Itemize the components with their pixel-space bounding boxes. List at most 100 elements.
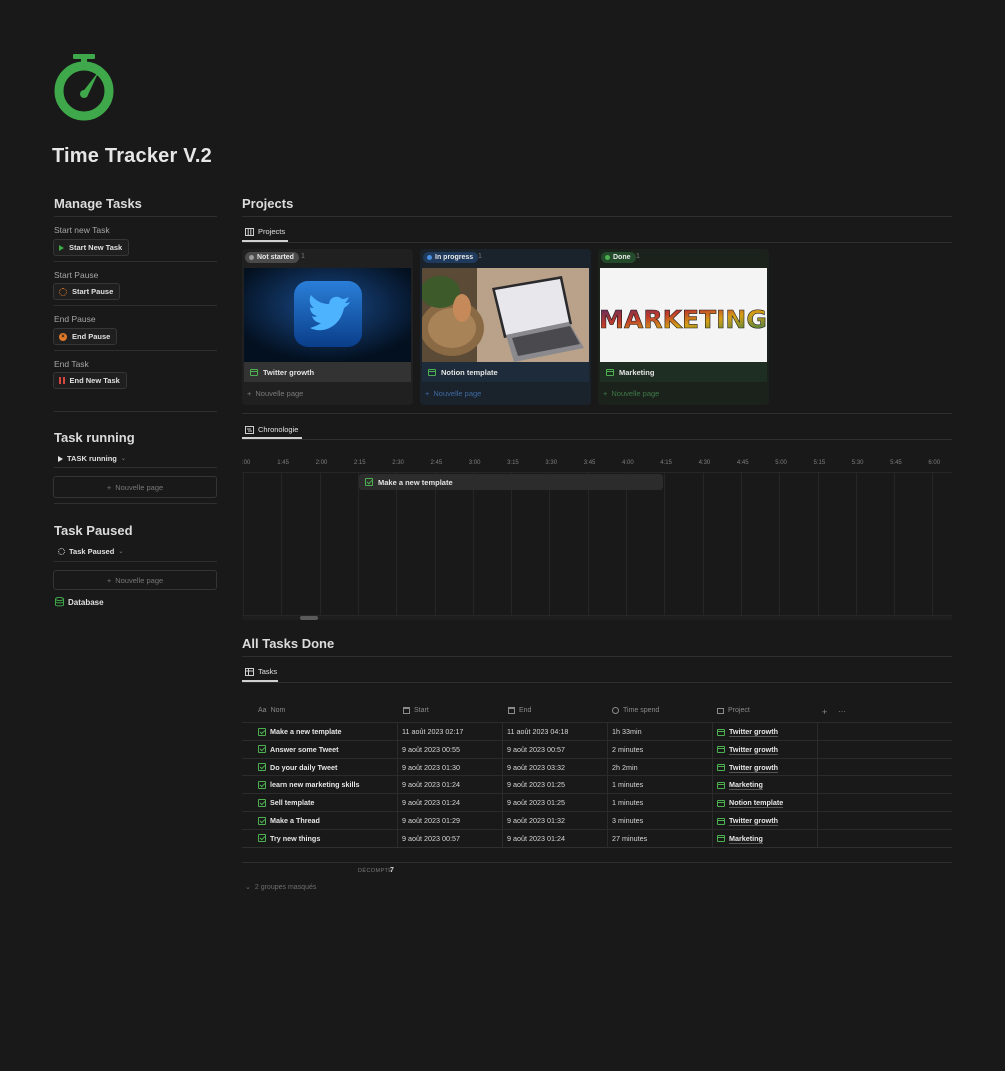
table-row[interactable]: learn new marketing skills 9 août 2023 01… xyxy=(242,775,952,795)
tab-projects[interactable]: Projects xyxy=(245,227,285,236)
column-divider xyxy=(397,794,398,813)
tab-tasks[interactable]: Tasks xyxy=(245,667,277,676)
time-cell[interactable]: 1 minutes xyxy=(612,798,643,807)
project-link[interactable]: Marketing xyxy=(729,834,763,844)
count-value: 7 xyxy=(390,867,394,874)
page-title: Time Tracker V.2 xyxy=(52,145,212,167)
archive-icon xyxy=(428,368,436,376)
time-cell[interactable]: 27 minutes xyxy=(612,834,647,843)
timeline-task-bar[interactable]: Make a new template xyxy=(359,474,663,490)
start-cell[interactable]: 9 août 2023 01:30 xyxy=(402,763,460,772)
task-name: Make a Thread xyxy=(270,816,320,825)
add-new-page-button[interactable]: + Nouvelle page xyxy=(425,389,481,398)
project-link[interactable]: Twitter growth xyxy=(729,745,778,755)
end-pause-button[interactable]: × End Pause xyxy=(53,328,118,345)
column-header-name[interactable]: Aa Nom xyxy=(258,707,285,714)
task-paused-view[interactable]: Task Paused ⌄ xyxy=(58,547,123,556)
time-cell[interactable]: 1h 33min xyxy=(612,727,642,736)
end-cell[interactable]: 11 août 2023 04:18 xyxy=(507,727,568,736)
column-header-start[interactable]: Start xyxy=(403,707,429,714)
column-divider xyxy=(817,758,818,777)
task-name-cell[interactable]: Answer some Tweet xyxy=(258,745,339,754)
project-cell[interactable]: Marketing xyxy=(717,780,763,791)
column-header-time[interactable]: Time spend xyxy=(612,707,659,714)
project-cell[interactable]: Twitter growth xyxy=(717,727,778,737)
time-cell[interactable]: 3 minutes xyxy=(612,816,643,825)
add-new-page-button[interactable]: + Nouvelle page xyxy=(247,389,303,398)
hidden-groups-toggle[interactable]: ⌄ 2 groupes masqués xyxy=(245,883,316,892)
relation-icon xyxy=(717,707,724,714)
checkbox-icon xyxy=(258,834,266,843)
end-cell[interactable]: 9 août 2023 01:25 xyxy=(507,798,565,807)
table-row[interactable]: Make a new template 11 août 2023 02:17 11 … xyxy=(242,722,952,741)
task-name-cell[interactable]: Do your daily Tweet xyxy=(258,763,337,772)
table-row[interactable]: Make a Thread 9 août 2023 01:29 9 août 202… xyxy=(242,811,952,830)
start-cell[interactable]: 9 août 2023 01:29 xyxy=(402,816,460,825)
project-link[interactable]: Twitter growth xyxy=(729,727,778,737)
project-cell[interactable]: Twitter growth xyxy=(717,763,778,773)
checkbox-icon xyxy=(258,816,266,825)
project-cell[interactable]: Marketing xyxy=(717,834,763,844)
table-row[interactable]: Answer some Tweet 9 août 2023 00:55 9 août… xyxy=(242,739,952,759)
table-icon xyxy=(245,667,254,676)
timeline-tick-label: 3:30 xyxy=(545,460,558,466)
project-link[interactable]: Notion template xyxy=(729,798,784,809)
time-cell[interactable]: 2 minutes xyxy=(612,745,643,754)
project-card[interactable]: Twitter growth xyxy=(244,362,411,382)
archive-icon xyxy=(717,764,725,772)
end-cell[interactable]: 9 août 2023 01:32 xyxy=(507,816,565,825)
timeline-gridline xyxy=(549,473,551,616)
start-cell[interactable]: 9 août 2023 00:55 xyxy=(402,745,460,754)
task-running-view[interactable]: TASK running ⌄ xyxy=(58,454,126,463)
project-card[interactable]: Notion template xyxy=(422,362,589,382)
archive-icon xyxy=(717,781,725,789)
end-pause-label: End Pause xyxy=(54,314,96,324)
add-new-page-button[interactable]: + Nouvelle page xyxy=(603,389,659,398)
project-card[interactable]: Marketing xyxy=(600,362,767,382)
timeline-tick-label: 4:15 xyxy=(660,460,672,466)
start-cell[interactable]: 9 août 2023 01:24 xyxy=(402,780,460,789)
timeline-scrollbar-track[interactable] xyxy=(242,616,952,620)
timeline-gridline xyxy=(243,473,244,616)
timeline-tick-label: 2:00 xyxy=(315,460,328,466)
time-cell[interactable]: 2h 2min xyxy=(612,763,638,772)
start-new-task-button[interactable]: Start New Task xyxy=(53,239,130,256)
table-row[interactable]: Sell template 9 août 2023 01:24 9 août 202… xyxy=(242,793,952,813)
table-row[interactable]: Try new things 9 août 2023 00:57 9 août 20… xyxy=(242,828,952,848)
tab-chronologie[interactable]: Chronologie xyxy=(245,425,298,434)
end-cell[interactable]: 9 août 2023 03:32 xyxy=(507,763,565,772)
column-divider xyxy=(817,812,818,830)
more-options-button[interactable]: ··· xyxy=(838,707,846,716)
time-cell[interactable]: 1 minutes xyxy=(612,780,643,789)
project-cell[interactable]: Notion template xyxy=(717,798,784,809)
task-name-cell[interactable]: learn new marketing skills xyxy=(258,780,359,789)
end-task-button[interactable]: End New Task xyxy=(53,372,127,389)
column-divider xyxy=(607,829,608,848)
task-name-cell[interactable]: Try new things xyxy=(258,834,320,843)
column-header-end[interactable]: End xyxy=(508,707,531,714)
end-cell[interactable]: 9 août 2023 01:25 xyxy=(507,780,565,789)
start-pause-button[interactable]: Start Pause xyxy=(53,283,121,300)
task-name-cell[interactable]: Make a Thread xyxy=(258,816,320,825)
table-row[interactable]: Do your daily Tweet 9 août 2023 01:30 9 ao… xyxy=(242,757,952,777)
timeline-scrollbar-thumb[interactable] xyxy=(300,616,318,620)
task-name-cell[interactable]: Sell template xyxy=(258,798,314,807)
start-cell[interactable]: 11 août 2023 02:17 xyxy=(402,727,463,736)
project-link[interactable]: Twitter growth xyxy=(729,763,778,773)
task-paused-new-page[interactable]: + Nouvelle page xyxy=(53,570,217,590)
start-cell[interactable]: 9 août 2023 01:24 xyxy=(402,798,460,807)
calendar-icon xyxy=(403,707,410,714)
task-running-new-page[interactable]: + Nouvelle page xyxy=(53,476,217,498)
start-cell[interactable]: 9 août 2023 00:57 xyxy=(402,834,460,843)
end-cell[interactable]: 9 août 2023 00:57 xyxy=(507,745,565,754)
project-link[interactable]: Twitter growth xyxy=(729,816,778,826)
end-cell[interactable]: 9 août 2023 01:24 xyxy=(507,834,565,843)
project-cell[interactable]: Twitter growth xyxy=(717,745,778,755)
column-divider xyxy=(607,776,608,795)
project-link[interactable]: Marketing xyxy=(729,780,763,791)
task-name-cell[interactable]: Make a new template xyxy=(258,727,342,736)
column-header-project[interactable]: Project xyxy=(717,707,750,714)
database-link[interactable]: Database xyxy=(55,597,104,607)
project-cell[interactable]: Twitter growth xyxy=(717,816,778,826)
add-column-button[interactable]: + xyxy=(822,707,827,717)
